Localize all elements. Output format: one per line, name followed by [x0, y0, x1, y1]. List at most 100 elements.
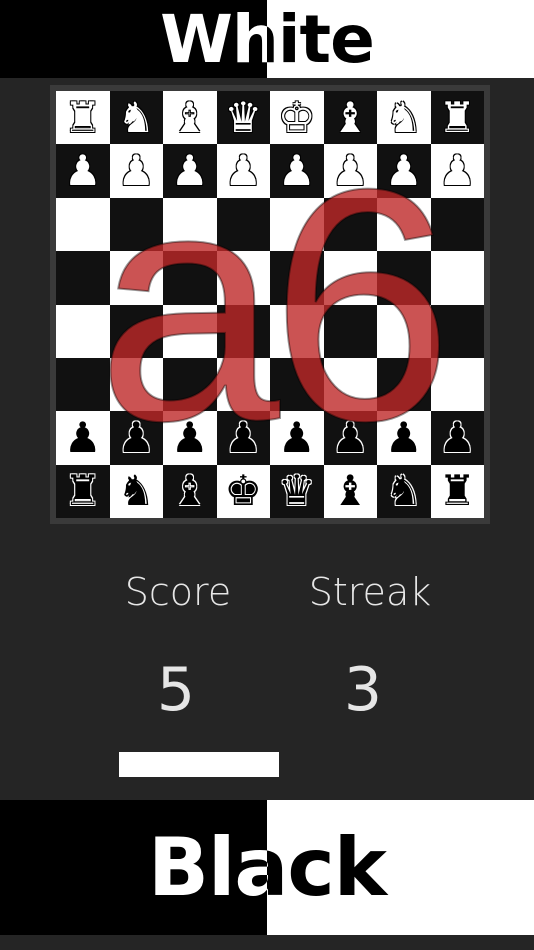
white-button-light-half: White [267, 0, 534, 78]
chess-piece-icon: ♟ [224, 146, 263, 196]
square-d6 [216, 357, 270, 412]
square-a6 [56, 357, 110, 412]
timer-bar [119, 752, 279, 777]
square-f2: ♟ [323, 144, 377, 198]
black-button[interactable]: Black Black [0, 800, 534, 935]
black-button-label: Black [147, 821, 267, 914]
square-b5 [109, 304, 163, 358]
square-b4 [109, 251, 163, 305]
square-c4 [163, 251, 217, 305]
square-b6 [109, 357, 163, 412]
chess-piece-icon: ♜ [438, 92, 477, 142]
black-button-label-inverse: Black [267, 821, 387, 914]
square-f3 [323, 197, 377, 252]
chess-piece-icon: ♟ [438, 412, 477, 462]
square-d3 [216, 197, 270, 252]
score-label: Score [124, 570, 232, 614]
chess-piece-icon: ♟ [117, 412, 156, 462]
square-g4 [377, 251, 431, 305]
square-c5 [163, 304, 217, 358]
chess-piece-icon: ♝ [331, 92, 370, 142]
chess-piece-icon: ♟ [224, 412, 263, 462]
chess-piece-icon: ♞ [117, 92, 156, 142]
chess-piece-icon: ♞ [117, 466, 156, 516]
square-f4 [323, 251, 377, 305]
square-c2: ♟ [163, 144, 217, 198]
square-h3 [430, 197, 484, 252]
chess-piece-icon: ♜ [63, 92, 102, 142]
square-b8: ♞ [109, 464, 163, 518]
black-button-dark-half: Black [0, 800, 267, 935]
chess-piece-icon: ♚ [224, 466, 263, 516]
square-a2: ♟ [56, 144, 110, 198]
chess-piece-icon: ♟ [63, 412, 102, 462]
chess-piece-icon: ♟ [384, 412, 423, 462]
square-h1: ♜ [430, 91, 484, 145]
black-button-light-half: Black [267, 800, 534, 935]
chess-piece-icon: ♞ [384, 466, 423, 516]
square-e7: ♟ [270, 411, 324, 465]
square-g6 [377, 357, 431, 412]
square-a4 [56, 251, 110, 305]
chess-piece-icon: ♟ [331, 146, 370, 196]
chess-piece-icon: ♝ [331, 466, 370, 516]
square-e6 [270, 357, 324, 412]
white-button-label: White [160, 0, 267, 78]
streak-label: Streak [308, 570, 432, 614]
square-d5 [216, 304, 270, 358]
square-f6 [323, 357, 377, 412]
square-h7: ♟ [430, 411, 484, 465]
square-d8: ♚ [216, 464, 270, 518]
square-g1: ♞ [377, 91, 431, 145]
square-e2: ♟ [270, 144, 324, 198]
square-a1: ♜ [56, 91, 110, 145]
square-f8: ♝ [323, 464, 377, 518]
square-e4 [270, 251, 324, 305]
chess-piece-icon: ♟ [277, 146, 316, 196]
square-e8: ♛ [270, 464, 324, 518]
square-a3 [56, 197, 110, 252]
square-c1: ♝ [163, 91, 217, 145]
white-button[interactable]: White White [0, 0, 534, 78]
square-b1: ♞ [109, 91, 163, 145]
chess-piece-icon: ♝ [170, 466, 209, 516]
square-b2: ♟ [109, 144, 163, 198]
square-d1: ♛ [216, 91, 270, 145]
score-value: 5 [156, 655, 196, 725]
square-g3 [377, 197, 431, 252]
square-d4 [216, 251, 270, 305]
chess-piece-icon: ♚ [277, 92, 316, 142]
square-a7: ♟ [56, 411, 110, 465]
chess-piece-icon: ♛ [224, 92, 263, 142]
chess-piece-icon: ♟ [117, 146, 156, 196]
chess-piece-icon: ♛ [277, 466, 316, 516]
square-c7: ♟ [163, 411, 217, 465]
square-g8: ♞ [377, 464, 431, 518]
square-g5 [377, 304, 431, 358]
square-e5 [270, 304, 324, 358]
square-b3 [109, 197, 163, 252]
chess-piece-icon: ♟ [170, 146, 209, 196]
chess-piece-icon: ♜ [63, 466, 102, 516]
square-c3 [163, 197, 217, 252]
square-b7: ♟ [109, 411, 163, 465]
square-a5 [56, 304, 110, 358]
chess-board: ♜ ♞ ♝ ♛ ♚ ♝ ♞ ♜ ♟ ♟ ♟ ♟ ♟ ♟ ♟ ♟ ♟ ♟ ♟ ♟ ♟ ♟ ♟ ♟ ♜ ♞ ♝ ♚ ♛ ♝ ♞ ♜ [56, 91, 484, 518]
streak-value: 3 [343, 655, 383, 725]
chess-piece-icon: ♝ [170, 92, 209, 142]
white-button-dark-half: White [0, 0, 267, 78]
chess-piece-icon: ♟ [331, 412, 370, 462]
square-f1: ♝ [323, 91, 377, 145]
square-h8: ♜ [430, 464, 484, 518]
chess-piece-icon: ♟ [63, 146, 102, 196]
chess-piece-icon: ♟ [438, 146, 477, 196]
square-a8: ♜ [56, 464, 110, 518]
square-c8: ♝ [163, 464, 217, 518]
square-g7: ♟ [377, 411, 431, 465]
square-h6 [430, 357, 484, 412]
square-h2: ♟ [430, 144, 484, 198]
white-button-label-inverse: White [267, 0, 375, 78]
square-d7: ♟ [216, 411, 270, 465]
square-e3 [270, 197, 324, 252]
square-e1: ♚ [270, 91, 324, 145]
